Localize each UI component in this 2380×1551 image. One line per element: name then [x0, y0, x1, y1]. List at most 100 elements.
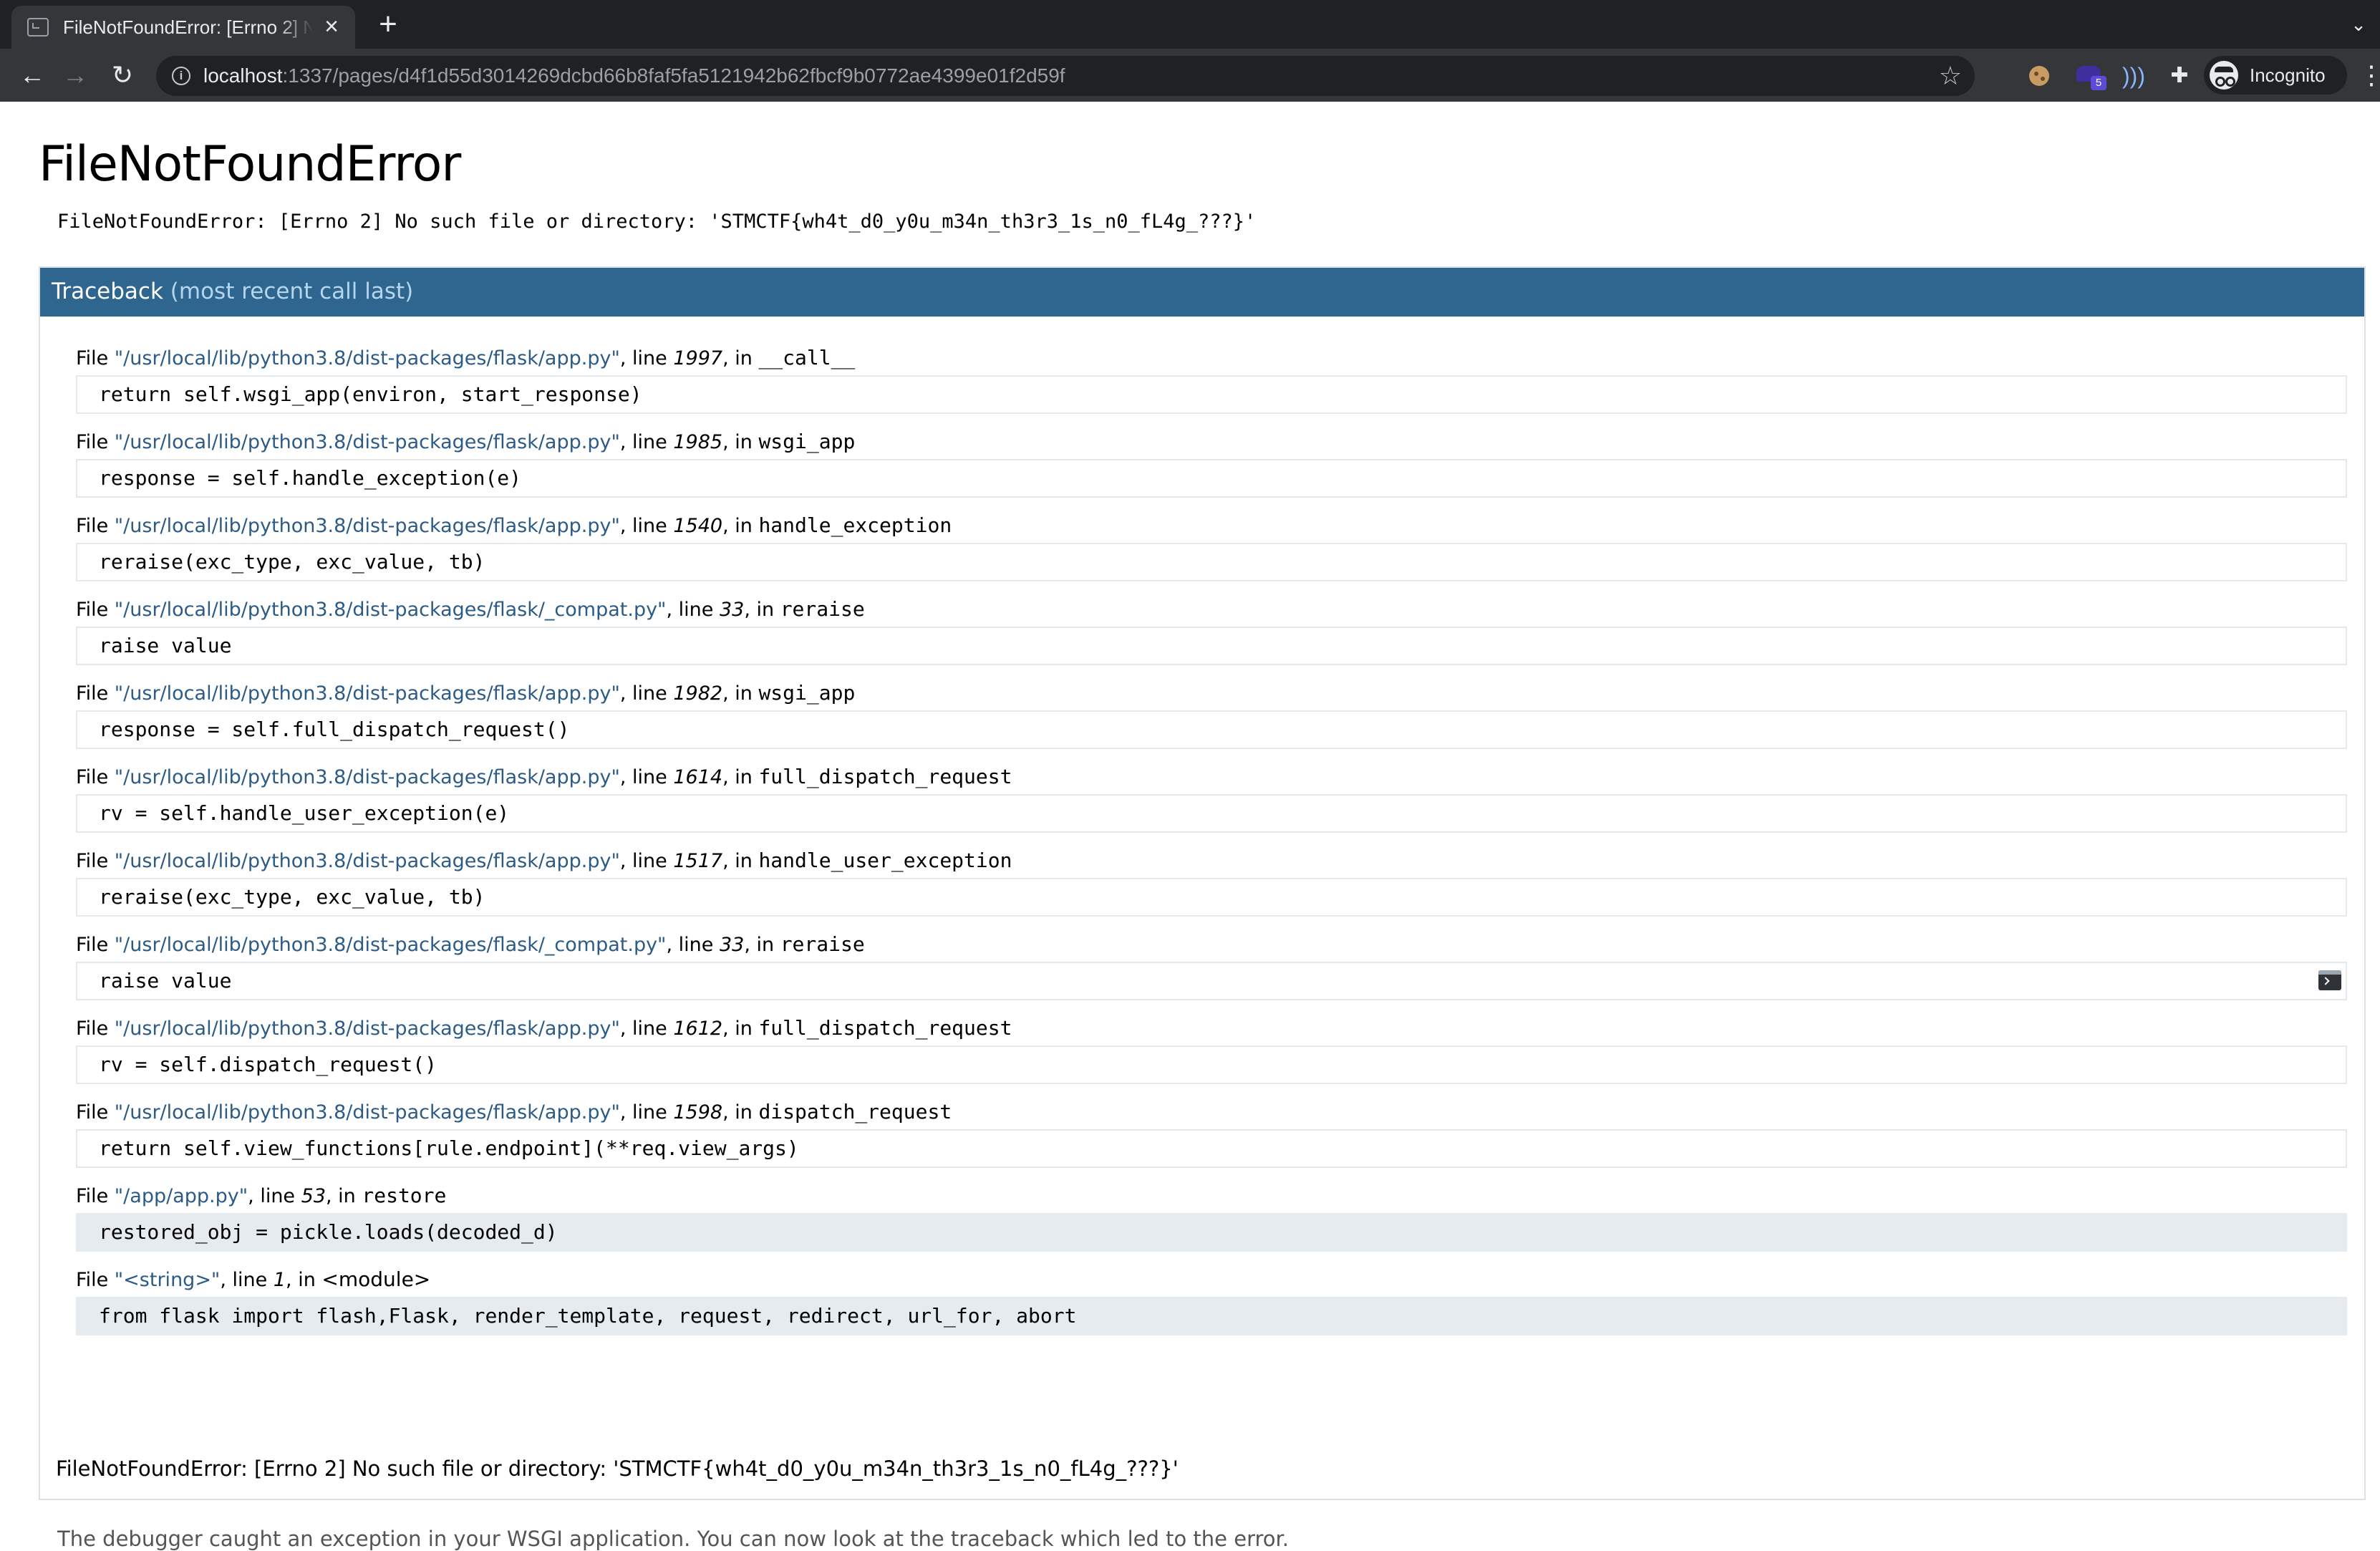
line-label: , line	[619, 682, 674, 705]
frame-line-number: 33	[719, 599, 745, 621]
frame-function: restore	[362, 1184, 447, 1207]
frame-source-line[interactable]: reraise(exc_type, exc_value, tb)	[76, 543, 2347, 581]
site-info-icon[interactable]: i	[172, 67, 190, 85]
line-label: , line	[619, 850, 674, 872]
frame-line-number: 1985	[673, 431, 723, 453]
url-host: localhost	[203, 64, 283, 87]
source-code-text: raise value	[99, 634, 232, 657]
frame-source-line[interactable]: rv = self.dispatch_request()	[76, 1045, 2347, 1084]
forward-arrow-icon[interactable]: →	[59, 59, 92, 92]
in-label: , in	[722, 431, 759, 453]
traceback-frame: File "/usr/local/lib/python3.8/dist-pack…	[76, 680, 2347, 764]
frame-function: handle_exception	[758, 513, 952, 537]
frame-source-line[interactable]: raise value	[76, 962, 2347, 1000]
tab-search-chevron-icon[interactable]: ⌄	[2344, 10, 2373, 39]
traceback-frame: File "/usr/local/lib/python3.8/dist-pack…	[76, 848, 2347, 932]
frame-source-line[interactable]: response = self.handle_exception(e)	[76, 459, 2347, 498]
frame-source-line[interactable]: raise value	[76, 627, 2347, 665]
frame-source-line[interactable]: response = self.full_dispatch_request()	[76, 710, 2347, 749]
file-label: File	[76, 934, 115, 956]
source-code-text: rv = self.dispatch_request()	[99, 1053, 437, 1076]
frame-function: handle_user_exception	[758, 849, 1012, 872]
frame-filename: "/usr/local/lib/python3.8/dist-packages/…	[114, 682, 620, 705]
in-label: , in	[722, 766, 759, 788]
frame-filename: "/usr/local/lib/python3.8/dist-packages/…	[114, 934, 667, 956]
frame-source-line[interactable]: return self.view_functions[rule.endpoint…	[76, 1129, 2347, 1168]
close-tab-icon[interactable]: ×	[321, 14, 342, 39]
frame-filename: "/usr/local/lib/python3.8/dist-packages/…	[114, 850, 620, 872]
in-label: , in	[722, 1018, 759, 1040]
line-label: , line	[666, 599, 720, 621]
line-label: , line	[619, 347, 674, 369]
source-code-text: from flask import flash,Flask, render_te…	[99, 1304, 1077, 1328]
open-console-icon[interactable]	[2318, 970, 2341, 990]
frame-line-number: 33	[719, 934, 745, 956]
frame-function: wsgi_app	[758, 681, 856, 705]
file-label: File	[76, 515, 115, 537]
frame-location: File "/usr/local/lib/python3.8/dist-pack…	[76, 1099, 952, 1125]
in-label: , in	[722, 347, 759, 369]
traceback-panel: Traceback (most recent call last) File "…	[39, 266, 2366, 1500]
browser-toolbar: ← → ↻ i localhost:1337/pages/d4f1d55d301…	[0, 49, 2380, 102]
traceback-frame: File "/usr/local/lib/python3.8/dist-pack…	[76, 513, 2347, 596]
hat-extension-icon[interactable]: 5	[2076, 63, 2106, 90]
frame-line-number: 1997	[673, 347, 723, 369]
in-label: , in	[744, 599, 780, 621]
source-code-text: reraise(exc_type, exc_value, tb)	[99, 550, 485, 574]
extensions-puzzle-icon[interactable]: ✚	[2167, 63, 2192, 89]
frame-location: File "/usr/local/lib/python3.8/dist-pack…	[76, 345, 855, 371]
frame-function: reraise	[780, 932, 865, 956]
file-label: File	[76, 850, 115, 872]
frame-location: File "<string>", line 1, in <module>	[76, 1267, 430, 1292]
url-text[interactable]: localhost:1337/pages/d4f1d55d3014269dcbd…	[203, 64, 1065, 87]
frame-filename: "<string>"	[114, 1269, 221, 1291]
new-tab-button[interactable]: +	[372, 9, 404, 40]
frame-source-line[interactable]: from flask import flash,Flask, render_te…	[76, 1297, 2347, 1335]
frame-filename: "/usr/local/lib/python3.8/dist-packages/…	[114, 515, 620, 537]
frame-filename: "/usr/local/lib/python3.8/dist-packages/…	[114, 347, 620, 369]
frame-source-line[interactable]: restored_obj = pickle.loads(decoded_d)	[76, 1213, 2347, 1252]
line-label: , line	[666, 934, 720, 956]
plain-error-text[interactable]: FileNotFoundError: [Errno 2] No such fil…	[56, 1456, 1179, 1481]
address-bar[interactable]: i localhost:1337/pages/d4f1d55d3014269dc…	[156, 56, 1975, 96]
terminal-icon	[27, 18, 49, 37]
traceback-frame: File "<string>", line 1, in <module> from…	[76, 1267, 2347, 1351]
line-label: , line	[619, 515, 674, 537]
in-label: , in	[326, 1185, 362, 1207]
source-code-text: raise value	[99, 969, 232, 992]
tab-title: FileNotFoundError: [Errno 2] No such fil…	[63, 16, 314, 38]
frame-location: File "/usr/local/lib/python3.8/dist-pack…	[76, 848, 1012, 874]
traceback-frame: File "/usr/local/lib/python3.8/dist-pack…	[76, 764, 2347, 848]
line-label: , line	[619, 1018, 674, 1040]
frame-source-line[interactable]: reraise(exc_type, exc_value, tb)	[76, 878, 2347, 917]
sound-waves-icon[interactable]: )))	[2121, 63, 2147, 89]
profile-chip[interactable]: Incognito	[2204, 56, 2347, 95]
browser-tab[interactable]: FileNotFoundError: [Errno 2] No such fil…	[11, 6, 355, 49]
in-label: , in	[722, 1101, 759, 1124]
traceback-label: Traceback	[52, 279, 163, 304]
browser-menu-icon[interactable]: ⋮	[2359, 59, 2380, 92]
frame-line-number: 1614	[673, 766, 723, 788]
frame-line-number: 1598	[673, 1101, 723, 1124]
frame-location: File "/usr/local/lib/python3.8/dist-pack…	[76, 932, 865, 957]
in-label: , in	[744, 934, 780, 956]
frame-filename: "/usr/local/lib/python3.8/dist-packages/…	[114, 1101, 620, 1124]
traceback-frame: File "/usr/local/lib/python3.8/dist-pack…	[76, 429, 2347, 513]
frame-source-line[interactable]: return self.wsgi_app(environ, start_resp…	[76, 375, 2347, 414]
source-code-text: return self.wsgi_app(environ, start_resp…	[99, 382, 642, 406]
reload-icon[interactable]: ↻	[106, 59, 139, 92]
cookie-extension-icon[interactable]	[2026, 63, 2052, 89]
traceback-frame: File "/usr/local/lib/python3.8/dist-pack…	[76, 345, 2347, 429]
traceback-frame: File "/usr/local/lib/python3.8/dist-pack…	[76, 932, 2347, 1015]
frame-filename: "/usr/local/lib/python3.8/dist-packages/…	[114, 766, 620, 788]
frame-function: __call__	[758, 346, 856, 369]
frame-line-number: 1517	[673, 850, 723, 872]
frame-location: File "/app/app.py", line 53, in restore	[76, 1183, 446, 1209]
extension-badge: 5	[2091, 76, 2106, 90]
traceback-header: Traceback (most recent call last)	[40, 268, 2364, 317]
file-label: File	[76, 1018, 115, 1040]
frame-source-line[interactable]: rv = self.handle_user_exception(e)	[76, 794, 2347, 833]
bookmark-star-icon[interactable]: ☆	[1939, 62, 1962, 90]
back-arrow-icon[interactable]: ←	[16, 59, 49, 92]
traceback-frame: File "/usr/local/lib/python3.8/dist-pack…	[76, 596, 2347, 680]
